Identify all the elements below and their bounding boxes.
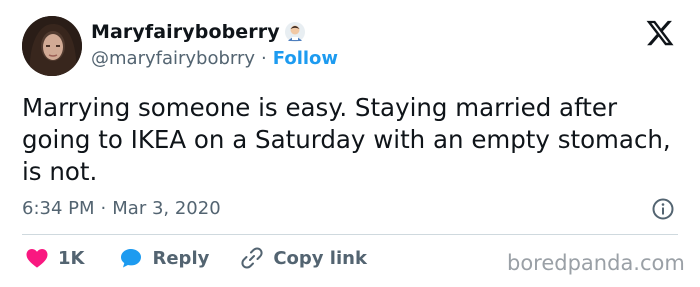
- like-button[interactable]: 1K: [24, 246, 84, 270]
- heart-icon: [26, 249, 48, 268]
- reply-bubble-icon: [121, 249, 142, 268]
- reply-label: Reply: [152, 247, 210, 269]
- action-bar: 1K Reply Copy link: [24, 246, 367, 270]
- author-name-row: Maryfairyboberry: [91, 21, 306, 43]
- author-handle-row: @maryfairybobrry · Follow: [91, 48, 338, 69]
- tweet-meta: 6:34 PM · Mar 3, 2020: [22, 198, 221, 219]
- avatar[interactable]: [22, 16, 82, 76]
- divider: [22, 234, 678, 235]
- copy-link-button[interactable]: Copy link: [239, 246, 367, 270]
- reply-button[interactable]: Reply: [118, 246, 209, 270]
- avatar-image: [22, 16, 82, 76]
- watermark: boredpanda.com: [507, 251, 685, 275]
- tweet-date[interactable]: Mar 3, 2020: [112, 198, 220, 219]
- follow-button[interactable]: Follow: [273, 48, 338, 69]
- tweet-text: Marrying someone is easy. Staying marrie…: [22, 93, 671, 186]
- info-icon[interactable]: [651, 197, 675, 221]
- meta-separator: ·: [100, 198, 107, 219]
- x-logo-icon[interactable]: [643, 18, 677, 48]
- author-display-name[interactable]: Maryfairyboberry: [91, 21, 280, 43]
- tweet-time[interactable]: 6:34 PM: [22, 198, 95, 219]
- link-icon: [241, 247, 263, 269]
- author-handle[interactable]: @maryfairybobrry: [91, 48, 255, 69]
- person-emoji-icon: [284, 22, 305, 42]
- copy-link-label: Copy link: [273, 247, 367, 269]
- separator-dot: ·: [261, 48, 267, 69]
- like-count: 1K: [58, 247, 85, 269]
